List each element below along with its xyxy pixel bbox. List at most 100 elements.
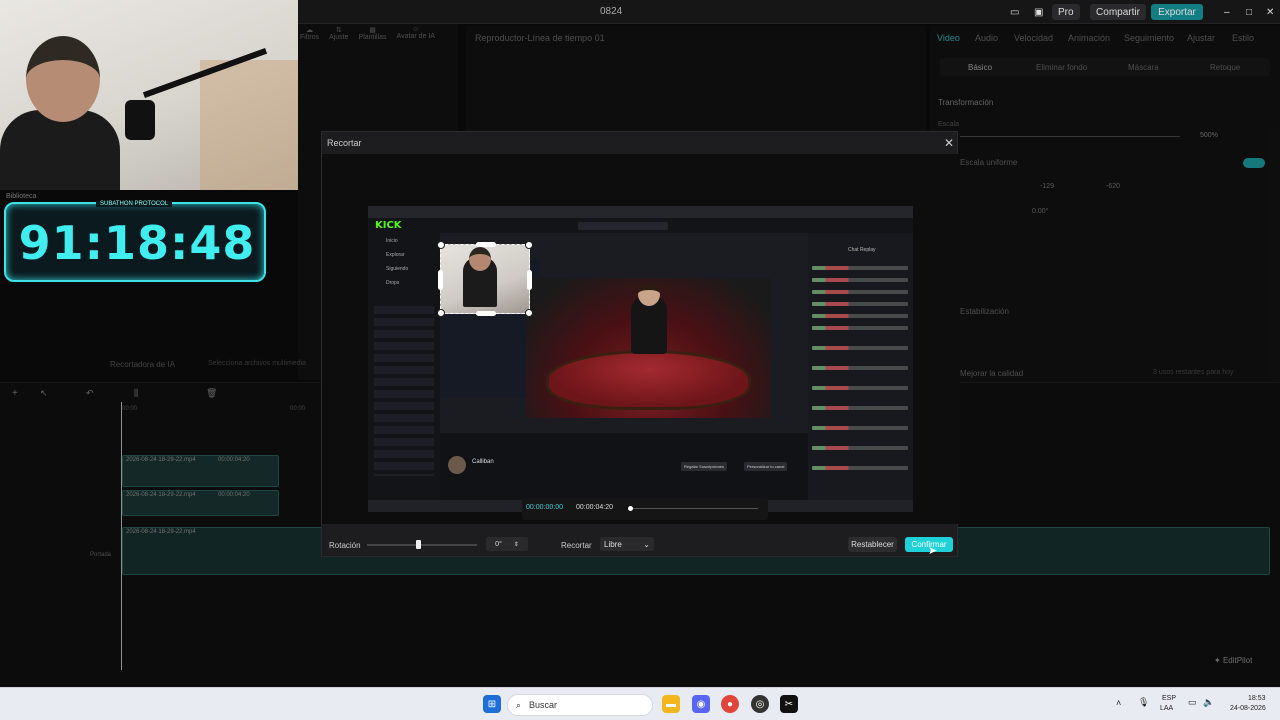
person-head: [26, 36, 100, 122]
subscribe-gift-label: Regalar Suscripciones: [684, 464, 725, 469]
video-frame: KICK Inicio Explorar Siguiendo Drops Cha…: [368, 206, 913, 512]
crop-stage: KICK Inicio Explorar Siguiendo Drops Cha…: [322, 154, 959, 524]
crop-preview-head: [469, 247, 491, 271]
obs-icon[interactable]: ◎: [751, 695, 769, 713]
crop-handle-right[interactable]: [527, 270, 532, 290]
customize-button: Personalizar tu canal: [744, 462, 788, 471]
reset-label: Restablecer: [851, 540, 894, 549]
dealer-head: [638, 282, 660, 306]
rotation-label: Rotación: [329, 541, 361, 550]
pro-button[interactable]: Pro: [1052, 4, 1080, 20]
blackjack-video: [526, 278, 771, 418]
dialog-playbar: 00:00:00:00 00:00:04:20: [522, 498, 768, 520]
tray-chevron-icon[interactable]: ˄: [1116, 698, 1121, 708]
crop-handle-top-right[interactable]: [525, 241, 533, 249]
language-bottom[interactable]: LAA: [1160, 705, 1173, 712]
current-time: 00:00:00:00: [526, 504, 563, 511]
poster-image: [200, 60, 298, 190]
volume-icon[interactable]: 🔈: [1203, 697, 1214, 708]
site-search: [578, 222, 668, 230]
mouse-cursor-icon: ➤: [928, 545, 938, 557]
export-button[interactable]: Exportar: [1151, 4, 1203, 20]
close-window-icon[interactable]: ✕: [1260, 4, 1280, 20]
crop-selection[interactable]: [437, 241, 533, 317]
minimize-icon[interactable]: –: [1218, 4, 1236, 20]
rotation-input-value: 0°: [495, 540, 502, 548]
screen: 0824 ▭ ▣ Pro Compartir Exportar – □ ✕ ☁ F…: [0, 0, 1280, 720]
timer-label: SUBATHON PROTOCOL: [96, 201, 173, 207]
discord-icon[interactable]: ◉: [692, 695, 710, 713]
app-title: 0824: [600, 6, 623, 17]
chat-message: [812, 290, 908, 294]
layout-icon[interactable]: ▭: [1004, 4, 1025, 20]
streamer-avatar: [448, 456, 466, 474]
chevron-down-icon: ⌄: [643, 539, 650, 549]
total-time: 00:00:04:20: [576, 504, 613, 511]
display-icon[interactable]: ▣: [1028, 4, 1049, 20]
crop-handle-bottom-left[interactable]: [437, 309, 445, 317]
chat-message: [812, 386, 908, 390]
person-body: [0, 110, 120, 190]
reset-button[interactable]: Restablecer: [848, 537, 897, 552]
chat-message: [812, 314, 908, 318]
export-label: Exportar: [1158, 6, 1196, 18]
site-logo: KICK: [375, 220, 402, 231]
chat-message: [812, 366, 908, 370]
rotation-input[interactable]: 0° ⇕: [486, 537, 528, 551]
subathon-timer: SUBATHON PROTOCOL 91:18:48: [4, 201, 266, 282]
library-label[interactable]: Biblioteca: [6, 193, 36, 200]
capcut-icon[interactable]: ✂: [780, 695, 798, 713]
scrub-track[interactable]: [630, 508, 758, 509]
chat-message: [812, 466, 908, 470]
network-icon[interactable]: ▭: [1188, 697, 1197, 708]
share-button[interactable]: Compartir: [1090, 4, 1146, 20]
chat-message: [812, 326, 908, 330]
chat-message: [812, 278, 908, 282]
side-explore: Explorar: [386, 252, 405, 258]
crop-dialog: Recortar ✕ KICK Inicio Explorar Siguiend…: [321, 131, 959, 557]
clock-time[interactable]: 18:53: [1248, 695, 1266, 702]
chat-message: [812, 266, 908, 270]
dialog-title: Recortar: [327, 138, 362, 148]
crop-handle-left[interactable]: [438, 270, 443, 290]
browser-tabs: [368, 206, 913, 218]
chat-message: [812, 406, 908, 410]
crop-handle-top[interactable]: [476, 242, 496, 247]
crop-ratio-select[interactable]: Libre ⌄: [600, 537, 654, 551]
close-icon[interactable]: ✕: [944, 136, 954, 150]
webcam-overlay: [0, 0, 298, 190]
chat-message: [812, 346, 908, 350]
taskbar-search-text: Buscar: [529, 700, 558, 710]
file-explorer-icon[interactable]: ▬: [662, 695, 680, 713]
crop-ratio-value: Libre: [604, 539, 622, 549]
crop-handle-bottom[interactable]: [476, 311, 496, 316]
chat-message: [812, 426, 908, 430]
chrome-icon[interactable]: ●: [721, 695, 739, 713]
taskbar-search[interactable]: ⌕ Buscar: [507, 694, 653, 716]
maximize-icon[interactable]: □: [1240, 4, 1258, 20]
timer-value: 91:18:48: [18, 216, 256, 270]
clock-date[interactable]: 24-08-2026: [1230, 705, 1266, 712]
crop-handle-top-left[interactable]: [437, 241, 445, 249]
chat-message: [812, 446, 908, 450]
search-icon: ⌕: [516, 699, 522, 710]
crop-label: Recortar: [561, 541, 592, 550]
microphone: [125, 100, 155, 140]
subscribe-gift-button: Regalar Suscripciones: [681, 462, 728, 471]
crop-handle-bottom-right[interactable]: [525, 309, 533, 317]
side-home: Inicio: [386, 238, 398, 244]
windows-start-icon[interactable]: ⊞: [483, 695, 501, 713]
pro-label: Pro: [1058, 6, 1074, 18]
rotation-slider-knob[interactable]: [416, 540, 421, 549]
stepper-icon[interactable]: ⇕: [514, 541, 519, 548]
mic-icon[interactable]: 🎙: [1138, 697, 1149, 708]
customize-label: Personalizar tu canal: [747, 464, 785, 469]
side-drops: Drops: [386, 280, 400, 286]
rotation-slider[interactable]: [367, 544, 477, 546]
chat-panel: [808, 233, 913, 512]
chat-title: Chat Replay: [848, 247, 876, 253]
side-following: Siguiendo: [386, 266, 409, 272]
scrub-knob[interactable]: [628, 506, 633, 511]
language-top[interactable]: ESP: [1162, 695, 1176, 702]
windows-taskbar: ⊞ ⌕ Buscar ▬ ◉ ● ◎ ✂ ˄ 🎙 ESP LAA ▭ 🔈 18:5…: [0, 687, 1280, 720]
